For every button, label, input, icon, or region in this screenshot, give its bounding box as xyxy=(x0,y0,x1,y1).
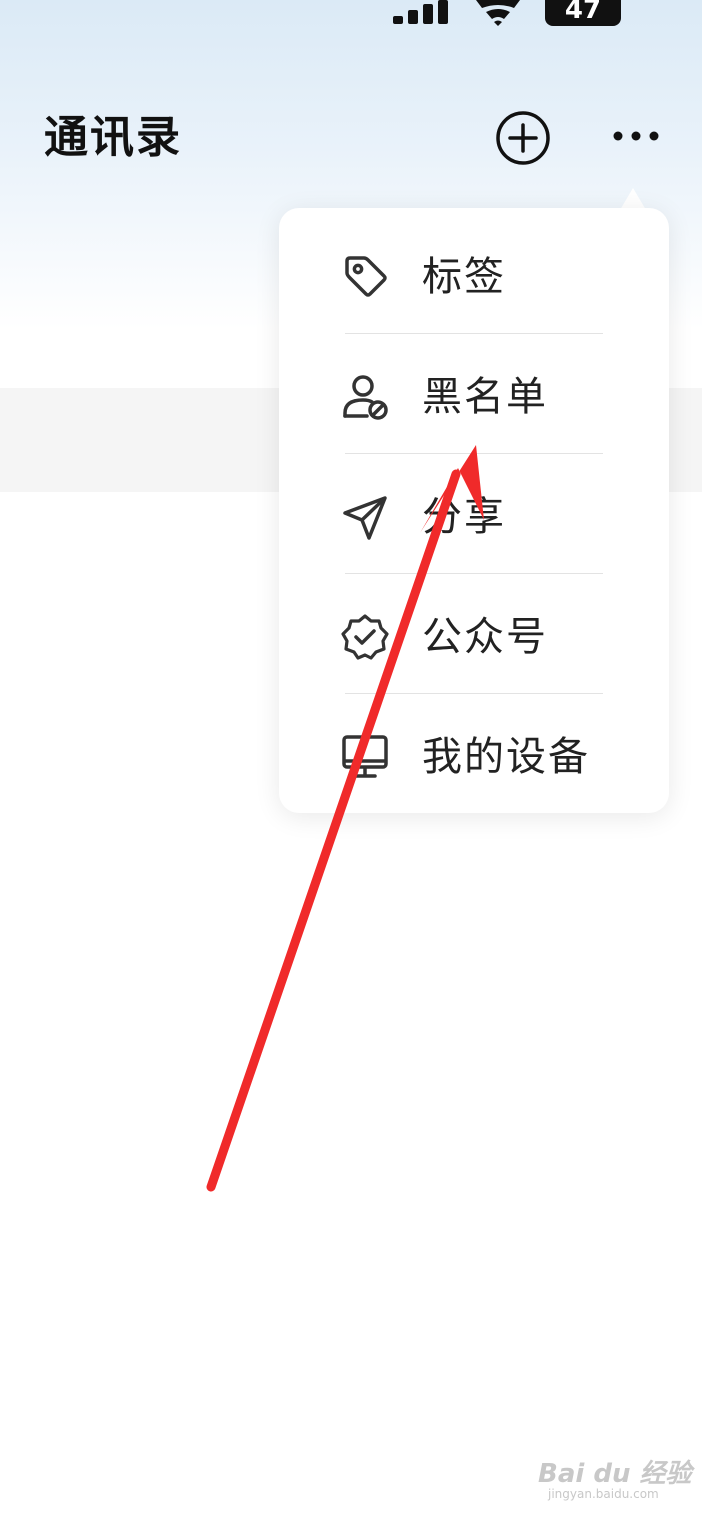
menu-item-share[interactable]: 分享 xyxy=(279,453,669,573)
menu-item-label: 黑名单 xyxy=(422,374,548,420)
battery-indicator: 47 xyxy=(545,0,621,26)
menu-item-my-devices[interactable]: 我的设备 xyxy=(279,693,669,813)
menu-item-label: 分享 xyxy=(422,494,506,540)
watermark-logo: Bai du 经验 jingyan.baidu.com xyxy=(538,1443,692,1505)
monitor-icon xyxy=(342,735,388,778)
menu-item-label: 我的设备 xyxy=(422,734,590,780)
watermark-url: jingyan.baidu.com xyxy=(548,1487,659,1501)
menu-pointer xyxy=(620,188,646,210)
menu-item-official-accounts[interactable]: 公众号 xyxy=(279,573,669,693)
verified-badge-icon xyxy=(341,614,389,660)
page-title: 通讯录 xyxy=(44,112,182,163)
tag-icon xyxy=(345,256,387,297)
send-icon xyxy=(343,496,387,540)
menu-item-blacklist[interactable]: 黑名单 xyxy=(279,333,669,453)
user-block-icon xyxy=(343,375,388,420)
menu-item-label: 公众号 xyxy=(422,614,548,660)
menu-item-tags[interactable]: 标签 xyxy=(279,213,669,333)
add-icon[interactable] xyxy=(495,110,551,166)
more-options-icon[interactable] xyxy=(608,114,664,158)
watermark-text: Bai du 经验 xyxy=(538,1459,692,1489)
menu-item-label: 标签 xyxy=(422,254,506,300)
cellular-signal-icon xyxy=(393,0,453,24)
popup-menu: 标签 黑名单 分享 公众号 我的设备 xyxy=(279,208,669,813)
wifi-icon xyxy=(476,0,520,26)
